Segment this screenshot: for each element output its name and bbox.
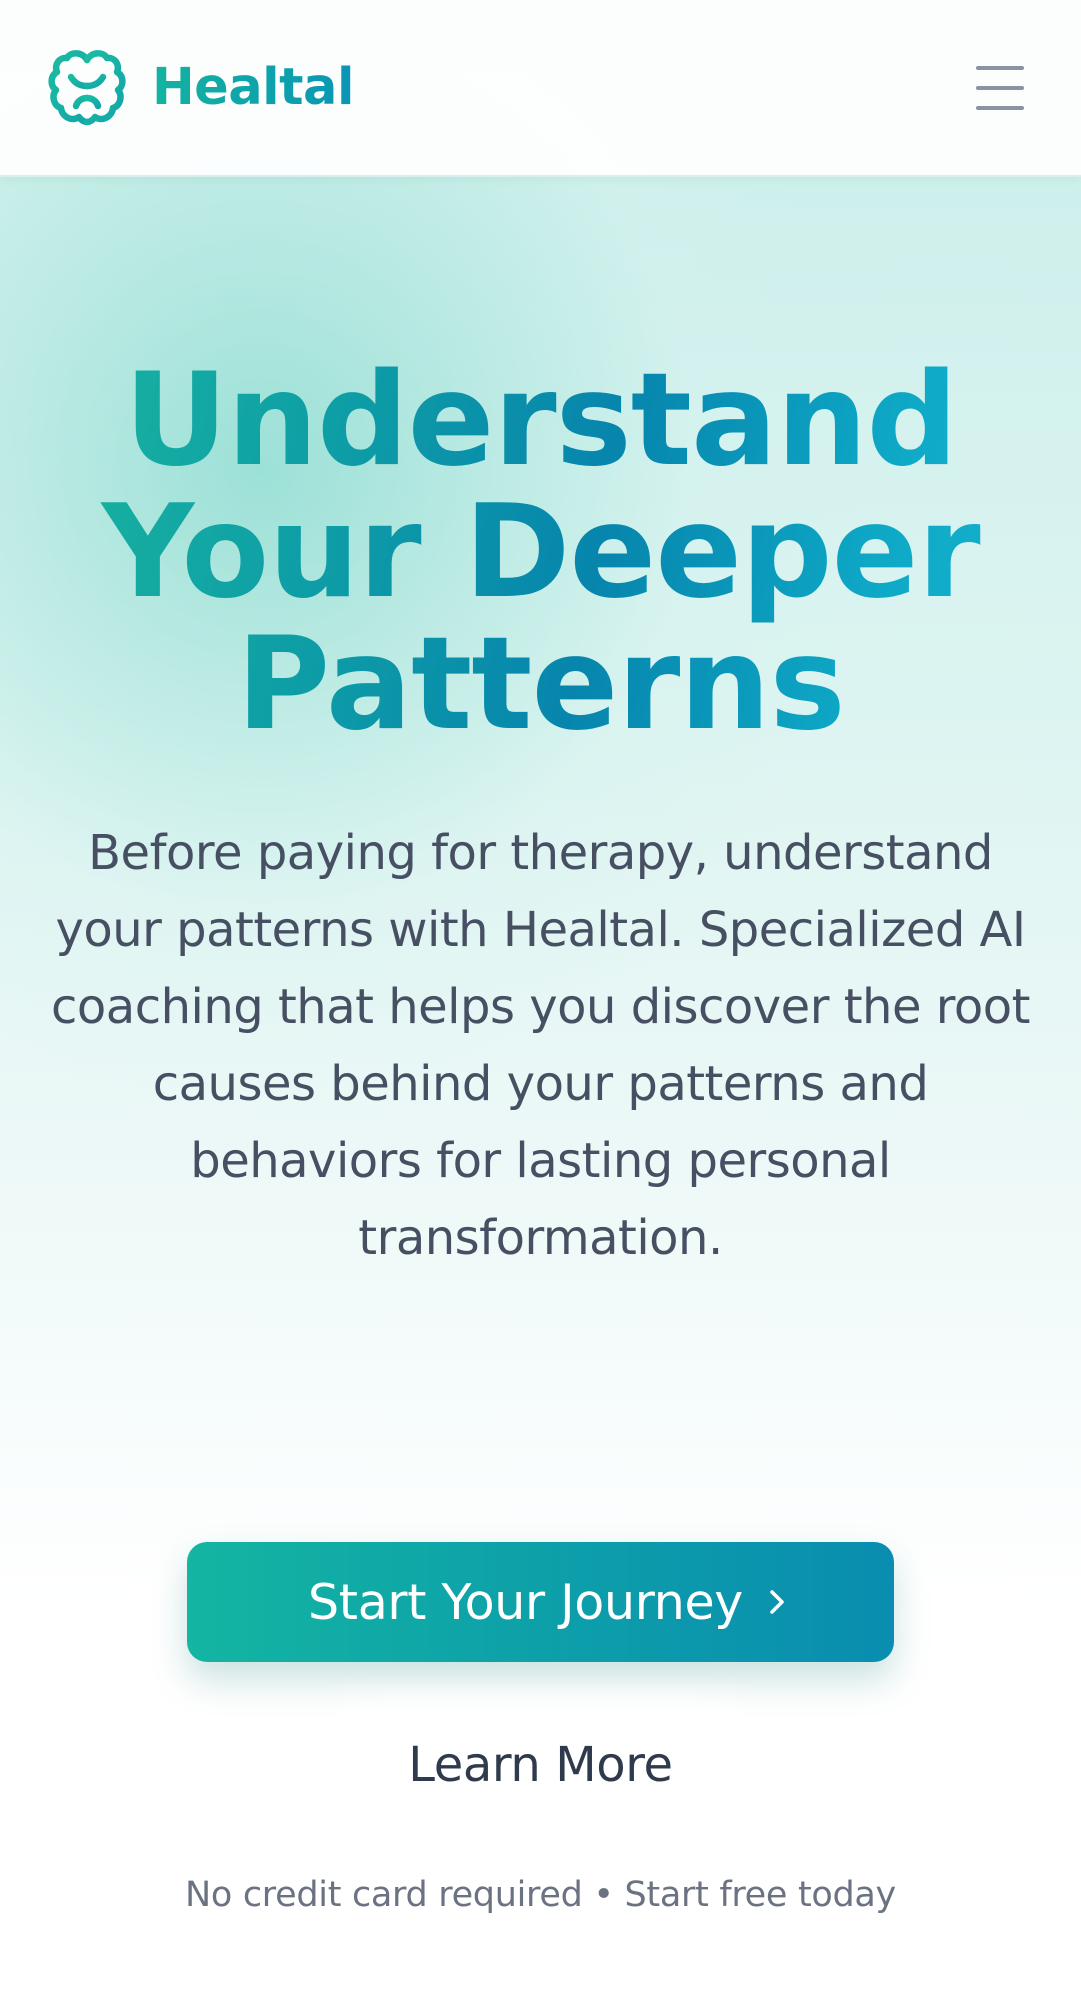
hero-headline-line-3: Patterns — [236, 610, 845, 759]
start-your-journey-button[interactable]: Start Your Journey — [187, 1542, 894, 1662]
chevron-right-icon — [770, 1590, 784, 1614]
hamburger-menu-icon-bar-middle — [976, 86, 1024, 90]
brain-icon — [48, 50, 126, 126]
hamburger-menu-icon-bar-top — [976, 66, 1024, 70]
hamburger-menu-icon-bar-bottom — [976, 106, 1024, 110]
site-header: Healtal — [0, 0, 1081, 177]
hero-description: Before paying for therapy, understand yo… — [51, 825, 1030, 1266]
brand-logo-link[interactable]: Healtal — [46, 46, 354, 128]
learn-more-button[interactable]: Learn More — [340, 1705, 741, 1825]
start-your-journey-label: Start Your Journey — [307, 1573, 744, 1631]
hero-headline-line-2: Your Deeper — [101, 478, 980, 627]
brand-name: Healtal — [152, 57, 354, 117]
hero-headline: Understand Your Deeper Patterns — [0, 355, 1081, 751]
hamburger-menu-button[interactable] — [969, 60, 1031, 116]
fineprint-note: No credit card required • Start free tod… — [185, 1875, 896, 1915]
hero-headline-line-1: Understand — [123, 346, 958, 495]
